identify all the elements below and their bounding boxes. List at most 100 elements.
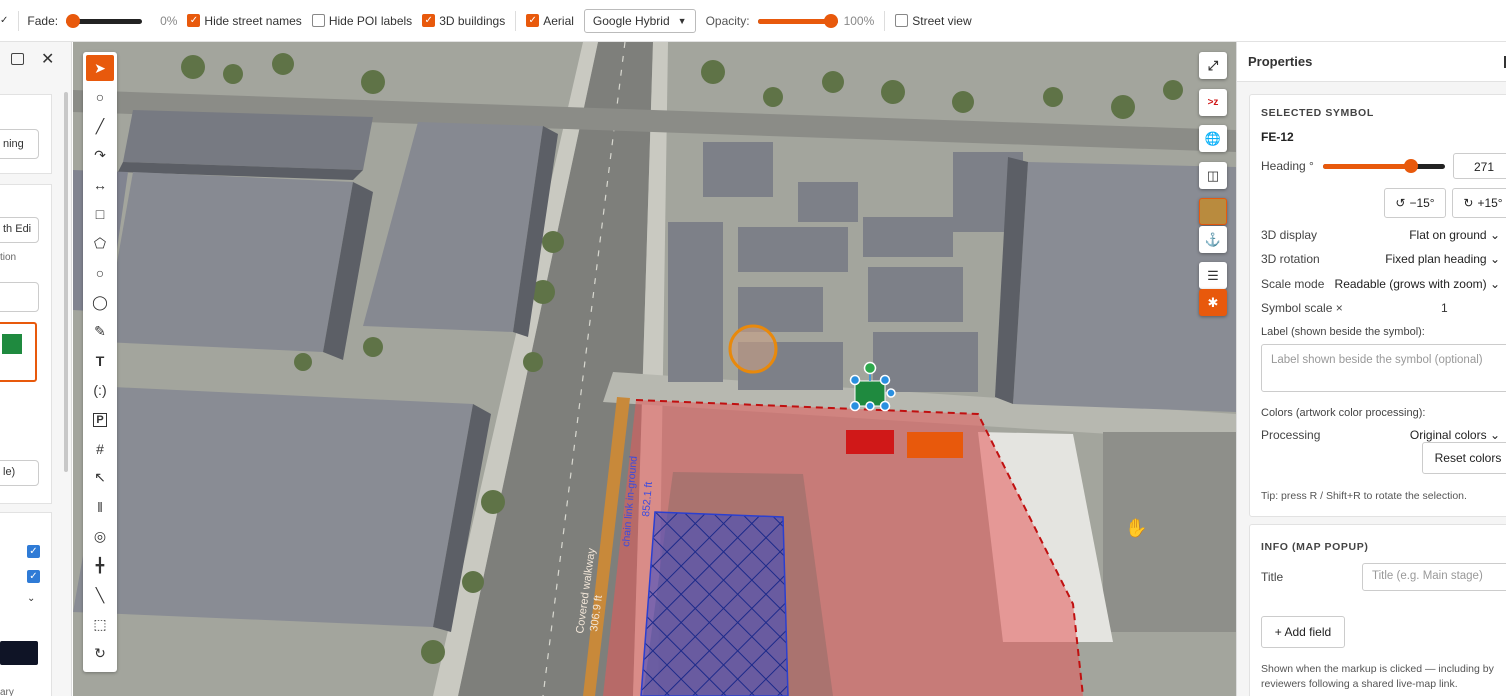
orange-sign[interactable] xyxy=(907,432,963,458)
left-select[interactable]: le) xyxy=(0,460,39,486)
circle-icon[interactable]: ○ xyxy=(86,260,114,286)
parking-lot xyxy=(1103,432,1236,632)
pencil-icon[interactable]: ✎ xyxy=(86,319,114,345)
label-input[interactable]: Label shown beside the symbol (optional) xyxy=(1261,344,1506,392)
opacity-slider[interactable] xyxy=(757,13,838,28)
divider xyxy=(515,10,517,31)
divider xyxy=(18,10,20,31)
heading-slider-thumb[interactable] xyxy=(1404,159,1418,173)
callout-icon[interactable]: (:) xyxy=(86,377,114,403)
orange-ring-marker[interactable] xyxy=(728,324,778,374)
pin-icon[interactable]: ⚓ xyxy=(1199,226,1227,253)
opacity-slider-thumb[interactable] xyxy=(823,13,838,28)
rotate-minus-button[interactable]: ↺ −15° xyxy=(1384,188,1446,218)
checkbox-icon[interactable] xyxy=(311,14,325,27)
select-arrow-icon[interactable]: ➤ xyxy=(86,55,114,81)
north-icon[interactable]: >z xyxy=(1199,89,1227,116)
add-field-button[interactable]: + Add field xyxy=(1261,616,1345,648)
hide-street-names-checkbox[interactable]: ✓ Hide street names xyxy=(187,14,302,28)
hatched-zone[interactable] xyxy=(640,511,789,696)
rectangle-icon[interactable]: □ xyxy=(86,201,114,227)
target-icon[interactable]: ◎ xyxy=(86,523,114,549)
rotate-ccw-icon: ↺ xyxy=(1395,196,1406,210)
measure-icon[interactable]: ↔ xyxy=(86,172,114,198)
left-checkbox[interactable]: ✓ xyxy=(27,545,40,558)
top-toolbar: ✓ Fade: 0% ✓ Hide street names Hide POI … xyxy=(0,0,1506,42)
parking-icon[interactable]: P xyxy=(93,412,107,427)
symbol-scale-value: 1 xyxy=(1441,301,1448,315)
globe-icon[interactable]: 🌐 xyxy=(1199,125,1227,152)
path-icon[interactable]: ↖ xyxy=(86,465,114,491)
checkbox-icon[interactable] xyxy=(895,14,909,27)
rotate-handle[interactable] xyxy=(863,361,877,375)
reset-colors-button[interactable]: Reset colors xyxy=(1422,442,1506,474)
curve-icon[interactable]: ↷ xyxy=(86,143,114,169)
left-checkbox[interactable]: ✓ xyxy=(27,570,40,583)
scale-mode-select[interactable]: Readable (grows with zoom) ⌄ xyxy=(1335,277,1500,291)
rotate-plus-label: +15° xyxy=(1477,196,1503,210)
compare-icon[interactable]: ◫ xyxy=(1199,162,1227,189)
3d-display-value: Flat on ground xyxy=(1409,228,1487,242)
left-caption: ary xyxy=(0,687,14,696)
left-input[interactable] xyxy=(0,282,39,312)
fullscreen-icon[interactable]: ⤢ xyxy=(1199,52,1227,79)
left-caption: tion xyxy=(0,252,17,263)
aerial-checkbox[interactable]: ✓ Aerial xyxy=(526,14,574,28)
title-placeholder: Title (e.g. Main stage) xyxy=(1372,570,1483,582)
left-color-swatch[interactable] xyxy=(0,641,38,665)
layers-icon[interactable]: ☰ xyxy=(1199,262,1227,289)
panel-collapse-icon[interactable] xyxy=(11,53,24,65)
hide-poi-labels-checkbox[interactable]: Hide POI labels xyxy=(311,14,412,28)
text-icon[interactable]: T xyxy=(86,348,114,374)
add-field-label: + Add field xyxy=(1274,625,1332,639)
drawing-tools-palette: ➤ ○ ╱ ↷ ↔ □ ⬠ ○ ◯ ✎ T (:) P # ↖ ‖ ◎ ╋ ╲ … xyxy=(83,52,117,672)
symbol-thumbnail[interactable] xyxy=(0,322,37,382)
checkbox-icon[interactable]: ✓ xyxy=(422,14,436,27)
fence-icon[interactable]: ╋ xyxy=(86,553,114,579)
fade-value: 0% xyxy=(160,13,178,28)
left-option-text: ning xyxy=(3,138,24,150)
scale-mode-label: Scale mode xyxy=(1261,277,1325,291)
3d-display-select[interactable]: Flat on ground ⌄ xyxy=(1409,228,1500,242)
rotate-icon[interactable]: ↻ xyxy=(86,641,114,667)
3d-rotation-value: Fixed plan heading xyxy=(1385,252,1487,266)
title-input[interactable]: Title (e.g. Main stage) xyxy=(1362,563,1506,591)
left-select-text: th Edi xyxy=(3,223,32,235)
chevron-down-icon[interactable]: ⌄ xyxy=(27,593,35,604)
symbol-icon xyxy=(2,334,22,354)
opacity-value: 100% xyxy=(843,13,875,28)
circle-outline-icon[interactable]: ◯ xyxy=(86,289,114,315)
signal-icon[interactable]: ✱ xyxy=(1199,289,1227,316)
left-scrollbar[interactable] xyxy=(64,92,68,472)
select-area-icon[interactable]: ⬚ xyxy=(86,611,114,637)
checkbox-icon[interactable]: ✓ xyxy=(187,14,201,27)
selected-symbol-heading: SELECTED SYMBOL xyxy=(1261,107,1374,119)
road-icon[interactable]: ‖ xyxy=(86,494,114,520)
toolbar-chevron-icon[interactable]: ✓ xyxy=(0,15,8,26)
ruler-icon[interactable]: ╲ xyxy=(86,582,114,608)
left-option-box[interactable]: ning xyxy=(0,129,39,159)
fade-slider[interactable] xyxy=(66,13,143,28)
info-heading: INFO (MAP POPUP) xyxy=(1261,541,1369,553)
left-select[interactable]: th Edi xyxy=(0,217,39,243)
lasso-icon[interactable]: ○ xyxy=(86,84,114,110)
heading-input[interactable]: 271 xyxy=(1453,153,1506,179)
rotate-plus-button[interactable]: ↻ +15° xyxy=(1452,188,1506,218)
symbol-scale-input[interactable]: 1 xyxy=(1441,301,1448,315)
aerial-thumbnail-icon[interactable] xyxy=(1199,198,1227,225)
left-select-text: le) xyxy=(3,466,16,478)
3d-rotation-select[interactable]: Fixed plan heading ⌄ xyxy=(1385,252,1500,266)
map-canvas[interactable]: Covered walkway 306.9 ft chain link in-g… xyxy=(73,42,1236,696)
basemap-select[interactable]: Google Hybrid ▼ xyxy=(583,8,696,33)
processing-select[interactable]: Original colors ⌄ xyxy=(1410,428,1500,442)
red-sign[interactable] xyxy=(846,430,894,454)
line-icon[interactable]: ╱ xyxy=(86,114,114,140)
3d-buildings-checkbox[interactable]: ✓ 3D buildings xyxy=(422,14,505,28)
checkbox-icon[interactable]: ✓ xyxy=(526,14,540,27)
fade-slider-thumb[interactable] xyxy=(66,13,81,28)
close-icon[interactable]: ✕ xyxy=(41,49,54,69)
pentagon-icon[interactable]: ⬠ xyxy=(86,231,114,257)
grid-icon[interactable]: # xyxy=(86,436,114,462)
street-view-checkbox[interactable]: Street view xyxy=(895,14,972,28)
heading-slider[interactable] xyxy=(1323,159,1445,173)
